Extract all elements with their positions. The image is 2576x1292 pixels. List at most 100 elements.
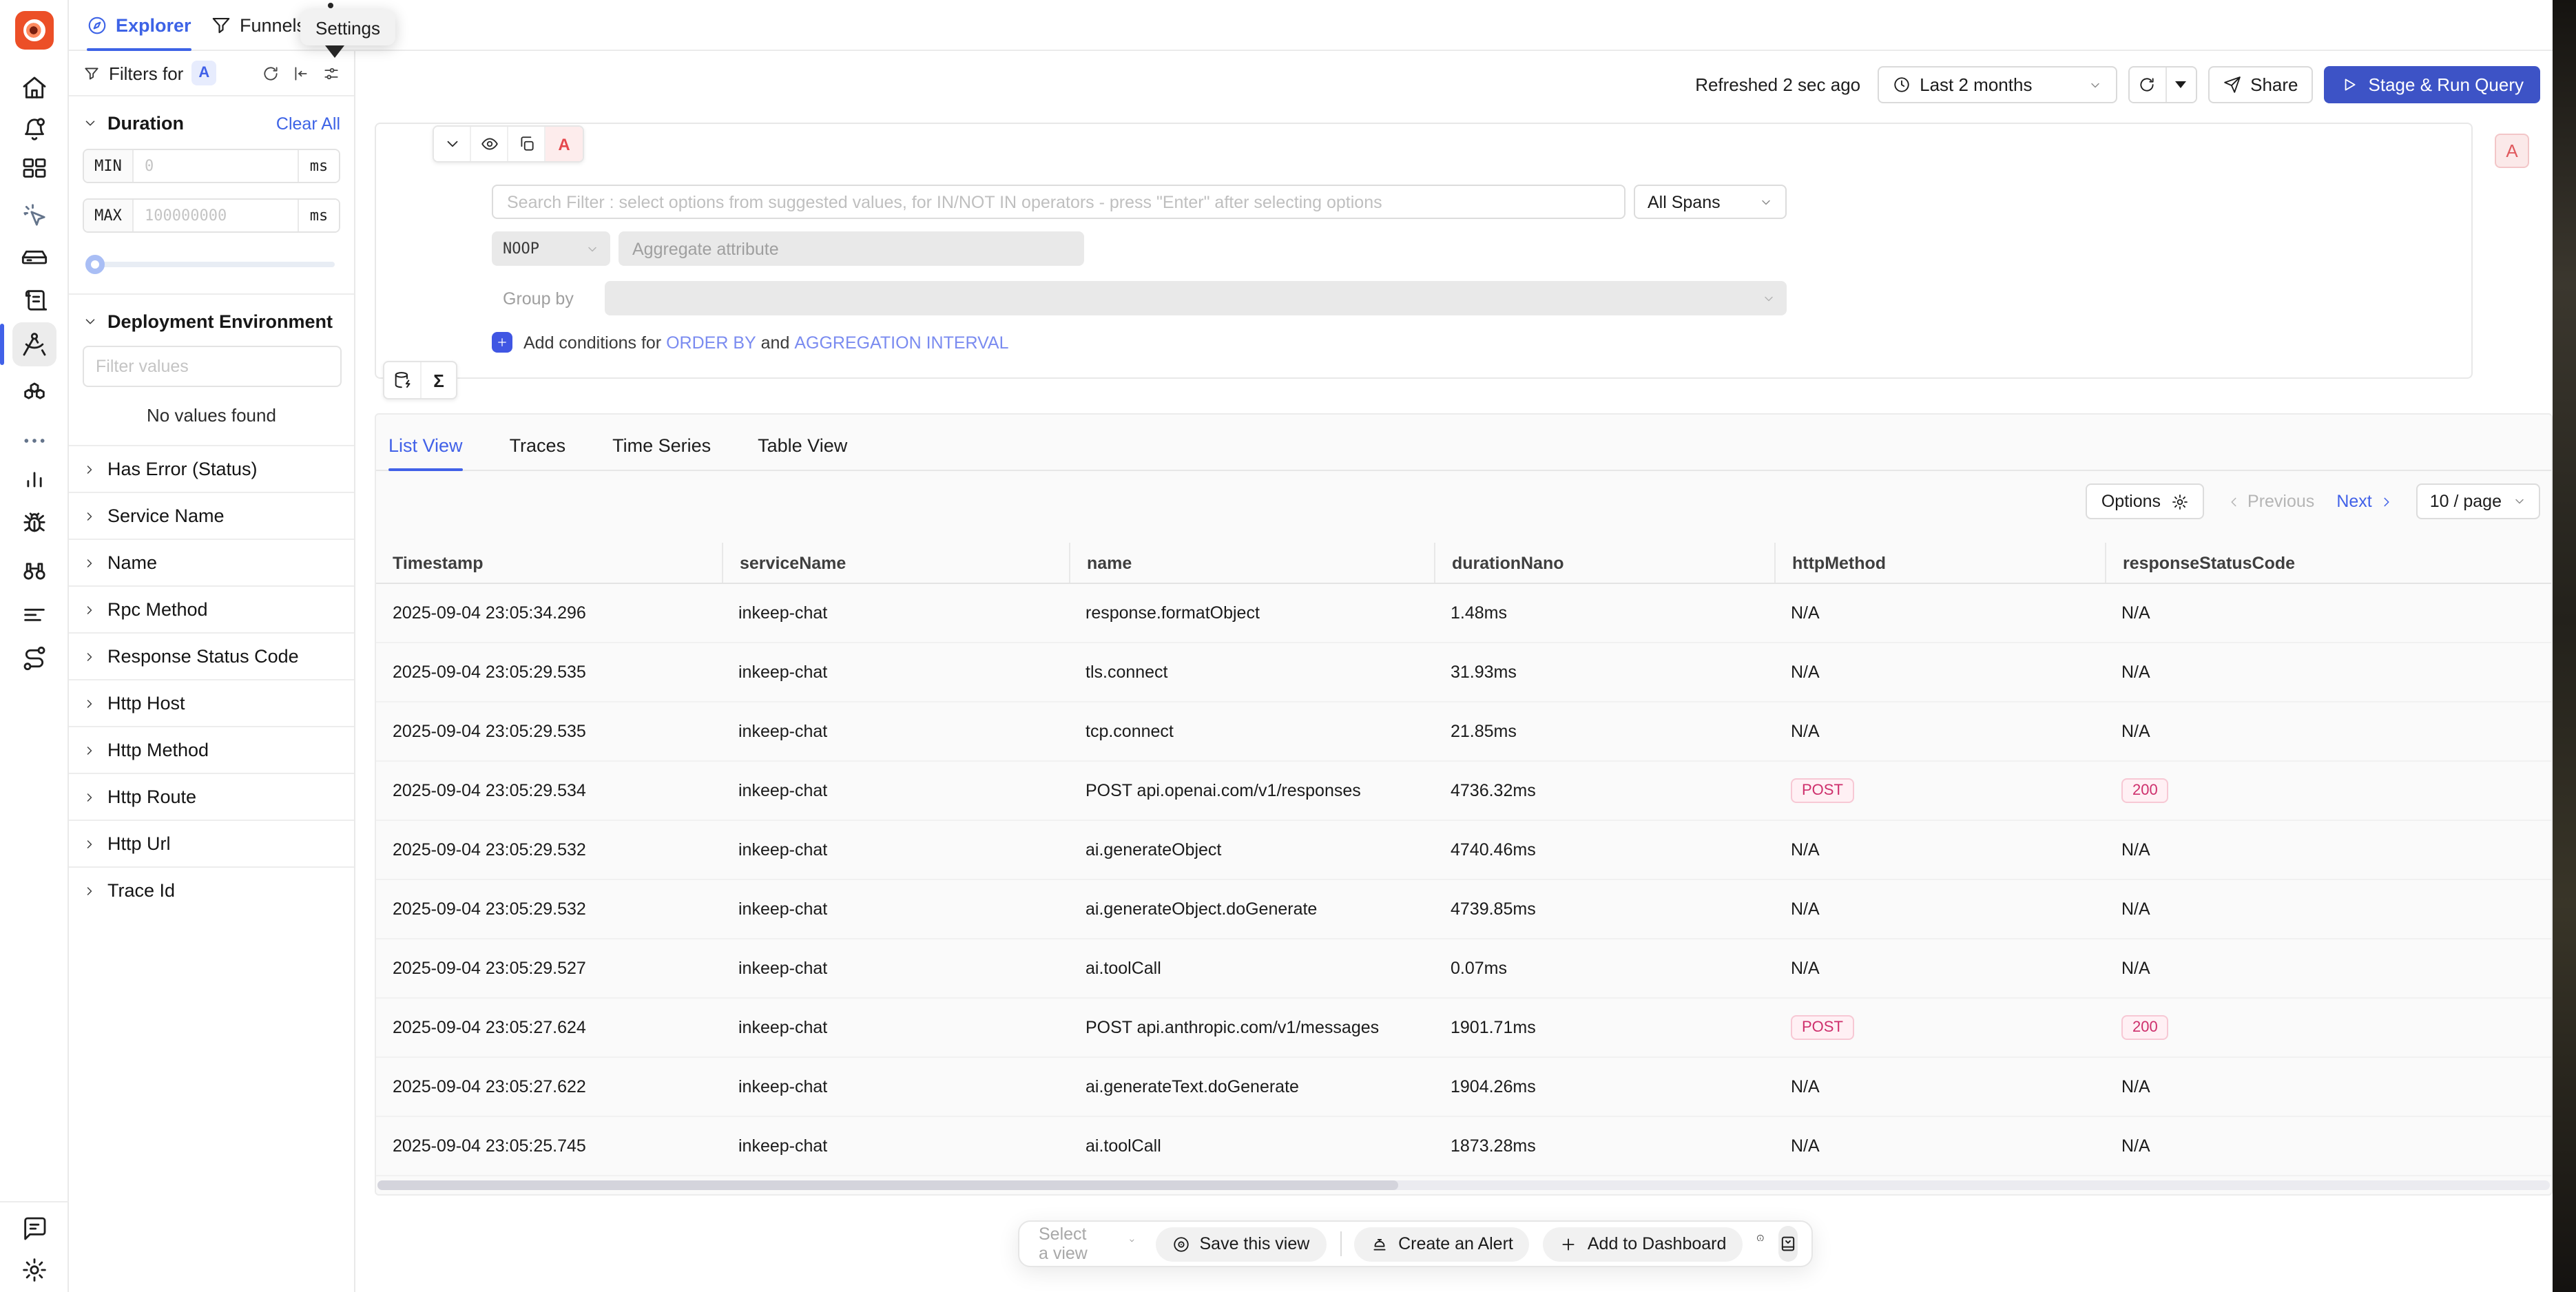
deployment-section-header[interactable]: Deployment Environment bbox=[69, 295, 354, 332]
table-row[interactable]: 2025-09-04 23:05:29.535inkeep-chattcp.co… bbox=[376, 702, 2551, 762]
query-a-badge-blue[interactable]: A bbox=[191, 61, 216, 85]
info-icon[interactable] bbox=[1756, 1233, 1765, 1254]
signoz-logo[interactable] bbox=[15, 11, 54, 50]
filter-settings-icon[interactable] bbox=[322, 64, 340, 82]
filter-section-rpc-method[interactable]: Rpc Method bbox=[69, 585, 354, 632]
alerts-bell-icon[interactable] bbox=[21, 116, 48, 143]
pipelines-route-icon[interactable] bbox=[21, 645, 48, 672]
search-filter-input[interactable] bbox=[492, 185, 1625, 219]
aggregate-sigma-button[interactable]: Σ bbox=[420, 362, 456, 398]
explorer-binoculars-icon[interactable] bbox=[21, 556, 48, 584]
collapse-panel-icon[interactable] bbox=[292, 64, 310, 82]
share-button[interactable]: Share bbox=[2208, 66, 2313, 103]
save-view-label: Save this view bbox=[1200, 1234, 1310, 1253]
refresh-icon[interactable] bbox=[262, 64, 280, 82]
table-row[interactable]: 2025-09-04 23:05:29.532inkeep-chatai.gen… bbox=[376, 821, 2551, 880]
bottom-toolbar: Select a view Save this view Create an A… bbox=[1018, 1220, 1813, 1267]
tab-explorer[interactable]: Explorer bbox=[87, 0, 191, 50]
chevron-down-icon bbox=[83, 116, 98, 131]
dashboards-grid-icon[interactable] bbox=[21, 154, 48, 182]
order-by-link[interactable]: ORDER BY bbox=[666, 333, 756, 352]
duration-min-input[interactable] bbox=[134, 150, 298, 182]
cell-name: ai.generateObject.doGenerate bbox=[1069, 899, 1434, 919]
time-range-select[interactable]: Last 2 months bbox=[1877, 66, 2117, 103]
query-a-badge-red[interactable]: A bbox=[546, 127, 583, 161]
span-scope-select[interactable]: All Spans bbox=[1634, 185, 1787, 219]
services-boxes-icon[interactable] bbox=[21, 380, 48, 408]
aggregation-interval-link[interactable]: AGGREGATION INTERVAL bbox=[794, 333, 1008, 352]
logs-scroll-icon[interactable] bbox=[21, 286, 48, 314]
table-row[interactable]: 2025-09-04 23:05:29.534inkeep-chatPOST a… bbox=[376, 762, 2551, 821]
table-row[interactable]: 2025-09-04 23:05:29.527inkeep-chatai.too… bbox=[376, 939, 2551, 999]
filter-section-http-method[interactable]: Http Method bbox=[69, 726, 354, 773]
clear-all-link[interactable]: Clear All bbox=[276, 114, 340, 133]
next-page-button[interactable]: Next bbox=[2336, 492, 2393, 511]
support-chat-icon[interactable] bbox=[21, 1215, 48, 1242]
refresh-options-button[interactable] bbox=[2166, 67, 2195, 102]
save-view-button[interactable]: Save this view bbox=[1156, 1227, 1327, 1261]
view-tab-time-series[interactable]: Time Series bbox=[612, 435, 711, 470]
more-ellipsis-icon[interactable] bbox=[21, 427, 48, 455]
query-builder-mode-button[interactable] bbox=[384, 362, 420, 398]
chevron-right-icon bbox=[83, 696, 96, 710]
table-row[interactable]: 2025-09-04 23:05:29.532inkeep-chatai.gen… bbox=[376, 880, 2551, 939]
exceptions-bug-icon[interactable] bbox=[21, 510, 48, 537]
horizontal-scrollbar[interactable] bbox=[377, 1180, 2550, 1190]
toggle-visibility-button[interactable] bbox=[471, 127, 508, 161]
filter-section-has-error-status-[interactable]: Has Error (Status) bbox=[69, 445, 354, 492]
view-tab-table-view[interactable]: Table View bbox=[758, 435, 847, 470]
metrics-chart-icon[interactable] bbox=[21, 466, 48, 493]
infrastructure-drive-icon[interactable] bbox=[21, 242, 48, 270]
stage-run-query-button[interactable]: Stage & Run Query bbox=[2325, 66, 2540, 103]
table-row[interactable]: 2025-09-04 23:05:27.622inkeep-chatai.gen… bbox=[376, 1058, 2551, 1117]
app-window: Explorer Funnels Views Settings Filters … bbox=[0, 0, 2576, 1292]
deployment-filter-input[interactable] bbox=[82, 346, 341, 387]
options-button[interactable]: Options bbox=[2086, 483, 2203, 519]
filter-section-response-status-code[interactable]: Response Status Code bbox=[69, 632, 354, 679]
filter-section-trace-id[interactable]: Trace Id bbox=[69, 866, 354, 913]
duration-max-input[interactable] bbox=[134, 200, 298, 231]
table-row[interactable]: 2025-09-04 23:05:34.296inkeep-chatrespon… bbox=[376, 584, 2551, 643]
settings-gear-icon[interactable] bbox=[21, 1256, 48, 1284]
view-tab-list-view[interactable]: List View bbox=[388, 435, 463, 470]
create-alert-button[interactable]: Create an Alert bbox=[1354, 1227, 1530, 1261]
previous-label: Previous bbox=[2247, 492, 2314, 511]
collapse-query-button[interactable] bbox=[434, 127, 471, 161]
table-row[interactable]: 2025-09-04 23:05:25.745inkeep-chatai.too… bbox=[376, 1117, 2551, 1176]
cell-timestamp: 2025-09-04 23:05:34.296 bbox=[376, 603, 722, 623]
add-to-dashboard-button[interactable]: Add to Dashboard bbox=[1544, 1227, 1743, 1261]
query-selector-a-badge[interactable]: A bbox=[2495, 134, 2529, 168]
list-lines-icon[interactable] bbox=[21, 601, 48, 628]
table-row[interactable]: 2025-09-04 23:05:27.624inkeep-chatPOST a… bbox=[376, 999, 2551, 1058]
duration-section-header[interactable]: Duration Clear All bbox=[69, 96, 354, 134]
view-tab-traces[interactable]: Traces bbox=[510, 435, 566, 470]
cell-responsestatuscode: N/A bbox=[2105, 722, 2551, 741]
tab-funnels[interactable]: Funnels bbox=[211, 0, 306, 50]
clone-query-button[interactable] bbox=[508, 127, 546, 161]
home-icon[interactable] bbox=[21, 74, 48, 102]
eye-icon bbox=[480, 135, 498, 153]
table-row[interactable]: 2025-09-04 23:05:29.535inkeep-chattls.co… bbox=[376, 643, 2551, 702]
add-condition-button[interactable] bbox=[492, 332, 512, 353]
aggregate-operator-select[interactable]: NOOP bbox=[492, 231, 610, 266]
select-view-dropdown[interactable]: Select a view bbox=[1033, 1225, 1142, 1263]
filter-section-http-host[interactable]: Http Host bbox=[69, 679, 354, 726]
slider-handle[interactable] bbox=[85, 255, 105, 274]
traces-compass-icon[interactable] bbox=[21, 331, 48, 358]
top-controls: Refreshed 2 sec ago Last 2 months bbox=[1695, 66, 2540, 103]
filter-section-http-route[interactable]: Http Route bbox=[69, 773, 354, 820]
settings-tooltip: Settings bbox=[300, 10, 395, 45]
page-size-select[interactable]: 10 / page bbox=[2416, 483, 2540, 519]
cursor-click-icon[interactable] bbox=[21, 201, 48, 229]
filter-section-label: Rpc Method bbox=[107, 599, 208, 620]
refresh-button[interactable] bbox=[2129, 67, 2166, 102]
filter-section-label: Http Route bbox=[107, 786, 196, 807]
duration-slider[interactable] bbox=[88, 255, 335, 274]
filter-section-service-name[interactable]: Service Name bbox=[69, 492, 354, 539]
shortcuts-panel-button[interactable] bbox=[1778, 1226, 1798, 1262]
scrollbar-thumb[interactable] bbox=[377, 1180, 1398, 1190]
filter-section-name[interactable]: Name bbox=[69, 539, 354, 585]
previous-page-button[interactable]: Previous bbox=[2225, 492, 2314, 511]
cell-servicename: inkeep-chat bbox=[722, 899, 1069, 919]
filter-section-http-url[interactable]: Http Url bbox=[69, 820, 354, 866]
